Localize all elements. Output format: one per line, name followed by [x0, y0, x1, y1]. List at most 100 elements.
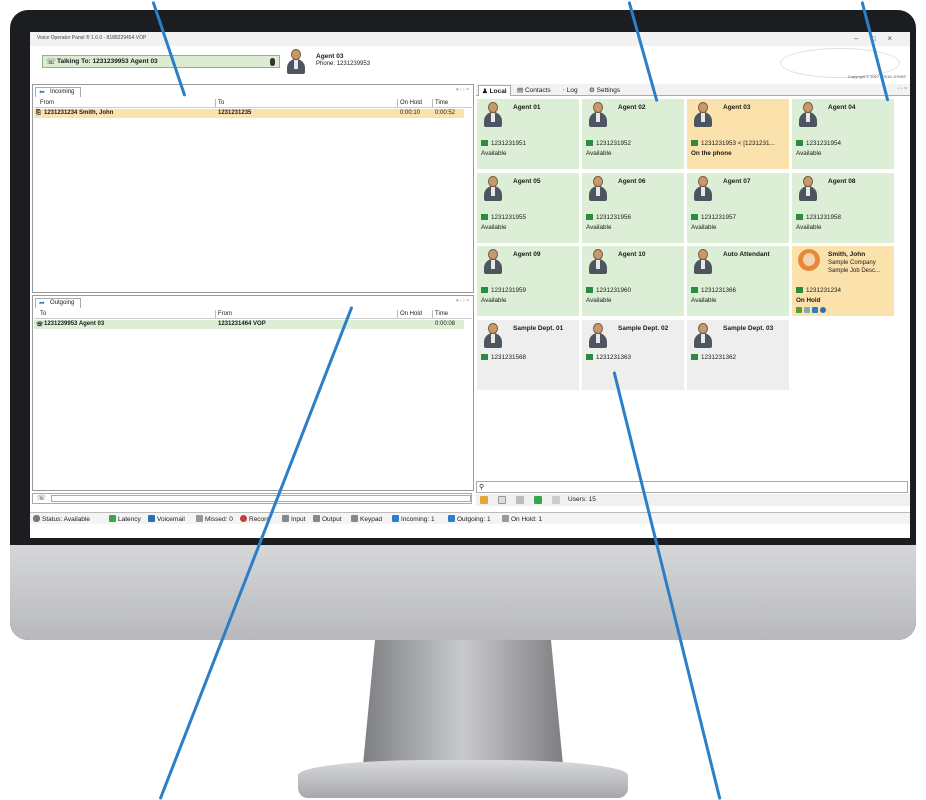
users-icon[interactable] — [480, 496, 488, 504]
col-on-hold: On Hold — [400, 100, 423, 106]
contacts-icon: ▤ — [517, 87, 524, 94]
tab-outgoing[interactable]: ➦ Outgoing — [35, 298, 82, 308]
outgoing-header: To From On Hold Time — [34, 310, 472, 319]
col-on-hold: On Hold — [400, 311, 423, 317]
check-icon[interactable] — [534, 496, 542, 504]
missed-item[interactable]: Missed: 0 — [196, 515, 233, 523]
web-icon[interactable] — [820, 307, 826, 313]
monitor-stand-base — [298, 760, 628, 798]
card-name: Sample Dept. 01 — [513, 324, 564, 332]
card-status: On the phone — [691, 150, 732, 157]
card-status: Available — [796, 150, 822, 157]
skype-icon[interactable] — [812, 307, 818, 313]
contact-avatar-icon — [798, 249, 820, 271]
output-item[interactable]: Output — [313, 515, 342, 523]
extension-card[interactable]: Agent 01 1231231951 Available — [476, 98, 580, 170]
tab-incoming[interactable]: ⬅ Incoming — [35, 87, 82, 97]
phone-icon — [796, 213, 803, 220]
incoming-panel: ⬅ Incoming ▾ ‹ › × From To On Hold Time ⎘… — [32, 84, 474, 293]
card-name: Agent 09 — [513, 251, 541, 258]
tab-settings[interactable]: ⚙ Settings — [586, 85, 623, 96]
card-status: Available — [691, 223, 717, 231]
extension-card[interactable]: Auto Attendant 1231231366 Available — [686, 245, 790, 317]
users-count: Users: 15 — [568, 496, 596, 503]
agent-avatar-icon — [588, 249, 608, 275]
agent-avatar-icon — [588, 322, 608, 349]
card-status: Available — [586, 150, 612, 157]
dial-icon[interactable]: ☏ — [37, 494, 46, 502]
tab-contacts[interactable]: ▤ Contacts — [514, 85, 554, 96]
mic-icon — [282, 515, 289, 522]
agent-name: Agent 03 — [316, 53, 344, 60]
extension-card[interactable]: Smith, John Sample Company Sample Job Desc… — [791, 245, 895, 317]
latency-icon — [109, 515, 116, 522]
incoming-count-item[interactable]: Incoming: 1 — [392, 515, 435, 523]
extension-card[interactable]: Agent 05 1231231955 Available — [476, 171, 580, 244]
extension-card[interactable]: Agent 10 1231231960 Available — [581, 245, 685, 317]
search-icon[interactable]: ⚲ — [479, 483, 484, 491]
card-name: Agent 03 — [723, 104, 751, 111]
mobile-icon[interactable] — [796, 307, 802, 313]
phone-filter-icon[interactable] — [516, 496, 524, 504]
card-phone: 1231231955 — [481, 213, 526, 221]
phone-icon — [796, 140, 803, 146]
help-icon[interactable] — [552, 496, 560, 504]
app-screen: Voice Operator Panel ® 1.6.0 - 818822945… — [30, 32, 910, 538]
card-phone: 1231231954 — [796, 140, 841, 147]
card-phone: 1231231362 — [691, 353, 736, 361]
tab-local[interactable]: ♟ Local — [478, 85, 511, 96]
card-phone: 1231231957 — [691, 213, 736, 221]
outgoing-arrow-icon — [448, 515, 455, 522]
latency-item[interactable]: Latency — [109, 515, 141, 523]
card-status: Available — [691, 297, 717, 304]
incoming-header: From To On Hold Time — [34, 99, 472, 108]
card-phone: 1231231951 — [481, 140, 526, 147]
local-icon: ♟ — [482, 88, 488, 95]
extension-card[interactable]: Agent 09 1231231959 Available — [476, 245, 580, 317]
card-name: Auto Attendant — [723, 251, 770, 258]
view-icon[interactable] — [498, 496, 506, 504]
card-name: Agent 01 — [513, 104, 541, 111]
extension-card[interactable]: Agent 03 1231231953 < [1231231... On the p… — [686, 98, 790, 170]
phone-icon — [481, 353, 488, 360]
extension-card[interactable]: Sample Dept. 01 1231231568 — [476, 318, 580, 391]
email-icon[interactable] — [804, 307, 810, 313]
agent-avatar-icon — [588, 102, 608, 128]
voicemail-icon — [148, 515, 155, 522]
card-name: Smith, John — [828, 251, 866, 258]
panel-controls[interactable]: ▾ ‹ › × — [456, 87, 469, 93]
panel-controls[interactable]: ‹ › × — [898, 86, 907, 92]
talking-to-bar[interactable]: ☏ Talking To: 1231239953 Agent 03 — [42, 55, 280, 68]
copyright-text: Copyright © 2007 - 2016 JOHKE — [847, 74, 906, 79]
outgoing-count-item[interactable]: Outgoing: 1 — [448, 515, 491, 523]
dial-input[interactable] — [51, 495, 471, 502]
log-icon: ◔ — [561, 87, 565, 94]
card-name: Agent 02 — [618, 104, 646, 111]
contact-action-icons — [796, 307, 828, 315]
mic-icon[interactable] — [270, 58, 275, 66]
keypad-item[interactable]: Keypad — [351, 515, 382, 523]
agent-avatar-icon — [693, 322, 713, 349]
monitor-chin — [10, 545, 916, 640]
on-hold-count-item[interactable]: On Hold: 1 — [502, 515, 542, 523]
phone-icon — [586, 140, 593, 146]
voicemail-item[interactable]: Voicemail — [148, 515, 185, 523]
status-bar: Status: Available Latency Voicemail Miss… — [30, 512, 910, 524]
extension-card[interactable]: Agent 06 1231231956 Available — [581, 171, 685, 244]
extension-card[interactable]: Sample Dept. 03 1231231362 — [686, 318, 790, 391]
status-item[interactable]: Status: Available — [33, 515, 90, 523]
search-bar[interactable]: ⚲ — [476, 481, 908, 493]
extension-card[interactable]: Agent 08 1231231958 Available — [791, 171, 895, 244]
outgoing-arrow-icon: ➦ — [39, 300, 45, 307]
extension-card[interactable]: Agent 04 1231231954 Available — [791, 98, 895, 170]
card-phone: 1231231958 — [796, 213, 841, 221]
window-controls[interactable]: –□× — [854, 34, 904, 43]
panel-controls[interactable]: ▾ ‹ › × — [456, 298, 469, 304]
extension-card[interactable]: Agent 02 1231231952 Available — [581, 98, 685, 170]
extension-card[interactable]: Agent 07 1231231957 Available — [686, 171, 790, 244]
table-row[interactable]: ⎘ 1231231234 Smith, John 1231231235 0:00… — [34, 109, 464, 118]
input-item[interactable]: Input — [282, 515, 305, 523]
extension-card[interactable]: Sample Dept. 02 1231231363 — [581, 318, 685, 391]
table-row[interactable]: ☏ 1231239953 Agent 03 1231231464 VOP 0:0… — [34, 320, 464, 329]
tab-log[interactable]: ◔ Log — [558, 85, 581, 96]
